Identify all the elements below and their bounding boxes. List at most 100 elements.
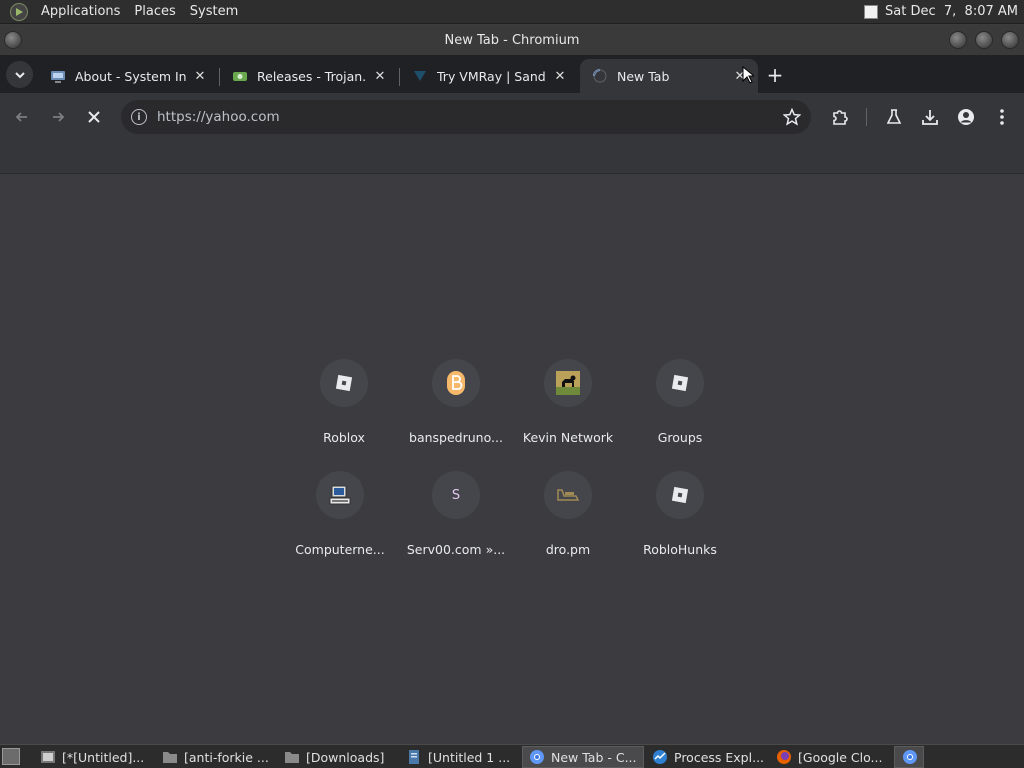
system-info-icon (50, 68, 66, 84)
places-menu[interactable]: Places (127, 0, 182, 24)
puzzle-icon (833, 110, 848, 125)
browser-toolbar: i https://yahoo.com (0, 93, 1024, 141)
tab-releases[interactable]: Releases - Trojan.c ✕ (220, 59, 398, 93)
taskbar-item-chromium-launcher[interactable] (894, 746, 924, 768)
clock[interactable]: Sat Dec 7, 8:07 AM (885, 4, 1018, 19)
tab-system-info[interactable]: About - System Inf ✕ (38, 59, 218, 93)
shortcut-tile[interactable]: S Serv00.com »... (400, 471, 512, 583)
taskbar-item[interactable]: Process Expl... (646, 746, 768, 768)
arrow-left-icon (15, 112, 27, 122)
close-window-button[interactable] (1001, 31, 1019, 49)
shortcut-tile[interactable]: dro.pm (512, 471, 624, 583)
menu-button[interactable] (988, 103, 1016, 131)
taskbar-item-label: Process Expl... (674, 749, 765, 765)
kevin-network-icon (544, 359, 592, 407)
shortcut-label: Computerne... (295, 542, 385, 557)
url-text[interactable]: https://yahoo.com (157, 109, 280, 125)
shortcut-label: Groups (657, 430, 703, 445)
stop-loading-button[interactable] (80, 103, 108, 131)
taskbar-item[interactable]: [anti-forkie ... (156, 746, 276, 768)
editor-icon (40, 749, 56, 765)
close-icon (88, 111, 100, 123)
taskbar-item-label: [Google Clo... (798, 749, 883, 765)
system-menu[interactable]: System (183, 0, 245, 24)
back-button[interactable] (8, 103, 36, 131)
letter-s-glyph: S (451, 487, 461, 503)
taskbar-item-label: [anti-forkie ... (184, 749, 269, 765)
downloads-button[interactable] (916, 103, 944, 131)
shortcut-tile[interactable]: banspedruno... (400, 359, 512, 471)
loading-spinner-icon (592, 68, 608, 84)
tab-title: About - System Inf (75, 68, 186, 84)
applications-menu[interactable]: Applications (34, 0, 127, 24)
shortcut-tile[interactable]: Kevin Network (512, 359, 624, 471)
kebab-menu-icon (1000, 109, 1004, 125)
close-icon[interactable]: ✕ (552, 68, 568, 84)
chevron-down-icon (14, 71, 25, 78)
shortcut-label: Roblox (323, 430, 365, 445)
folder-icon (284, 749, 300, 765)
flask-icon (886, 109, 902, 124)
taskbar-item[interactable]: [Downloads] (278, 746, 396, 768)
close-icon[interactable]: ✕ (192, 68, 208, 84)
shortcut-tile[interactable]: Groups (624, 359, 736, 471)
shortcut-tile[interactable]: RobloHunks (624, 471, 736, 583)
download-icon (922, 110, 938, 125)
minimize-button[interactable] (949, 31, 967, 49)
taskbar-item[interactable]: [Untitled 1 ... (400, 746, 520, 768)
computer-icon (316, 471, 364, 519)
shortcut-tile[interactable]: Computerne... (284, 471, 396, 583)
window-titlebar[interactable]: New Tab - Chromium (0, 25, 1024, 55)
letter-s-icon: S (432, 471, 480, 519)
tab-strip: About - System Inf ✕ Releases - Trojan.c… (0, 55, 1024, 93)
roblox-icon (320, 359, 368, 407)
toolbar-divider (866, 108, 867, 126)
tab-search-button[interactable] (6, 61, 33, 88)
bookmark-star-icon[interactable] (783, 108, 801, 126)
process-explorer-icon (652, 749, 668, 765)
shortcut-label: Kevin Network (522, 430, 614, 445)
show-desktop-icon[interactable] (2, 748, 20, 765)
document-icon (406, 749, 422, 765)
tab-title: Try VMRay | Sandb (437, 68, 546, 84)
extensions-button[interactable] (826, 103, 854, 131)
avatar-icon (958, 109, 974, 125)
github-releases-icon (232, 68, 248, 84)
roblox-icon (656, 359, 704, 407)
system-panel: Applications Places System Sat Dec 7, 8:… (0, 0, 1024, 24)
taskbar-item[interactable]: [Google Clo... (770, 746, 892, 768)
close-icon[interactable]: ✕ (372, 68, 388, 84)
forward-button[interactable] (44, 103, 72, 131)
tray-applet-icon[interactable] (864, 4, 879, 19)
new-tab-button[interactable]: + (764, 63, 786, 87)
dro-pm-icon (544, 471, 592, 519)
firefox-icon (776, 749, 792, 765)
profile-button[interactable] (952, 103, 980, 131)
tab-vmray[interactable]: Try VMRay | Sandb ✕ (400, 59, 578, 93)
new-tab-page: Roblox banspedruno... Kevin Network Grou… (0, 175, 1024, 744)
bookmarks-bar (0, 141, 1024, 174)
shortcut-label: RobloHunks (643, 542, 717, 557)
vmray-icon (412, 68, 428, 84)
distro-logo-icon[interactable] (10, 2, 28, 21)
address-bar[interactable]: i https://yahoo.com (121, 100, 811, 134)
chromium-icon (902, 749, 918, 765)
shortcut-label: banspedruno... (409, 430, 503, 445)
site-info-icon[interactable]: i (131, 109, 147, 125)
taskbar: [*[Untitled]... [anti-forkie ... [Downlo… (0, 744, 1024, 768)
shortcut-tile[interactable]: Roblox (288, 359, 400, 471)
taskbar-item-label: [*[Untitled]... (62, 749, 145, 765)
window-menu-button[interactable] (4, 31, 22, 49)
roblox-icon (656, 471, 704, 519)
shortcut-label: Serv00.com »... (406, 542, 506, 557)
taskbar-item[interactable]: [*[Untitled]... (34, 746, 154, 768)
mouse-cursor-icon (742, 66, 754, 84)
tab-new-tab[interactable]: New Tab ✕ (580, 59, 758, 93)
shortcut-label: dro.pm (545, 542, 591, 557)
taskbar-item[interactable]: New Tab - C... (522, 746, 644, 768)
arrow-right-icon (53, 112, 65, 122)
maximize-button[interactable] (975, 31, 993, 49)
window-title: New Tab - Chromium (444, 32, 580, 48)
folder-icon (162, 749, 178, 765)
labs-button[interactable] (880, 103, 908, 131)
